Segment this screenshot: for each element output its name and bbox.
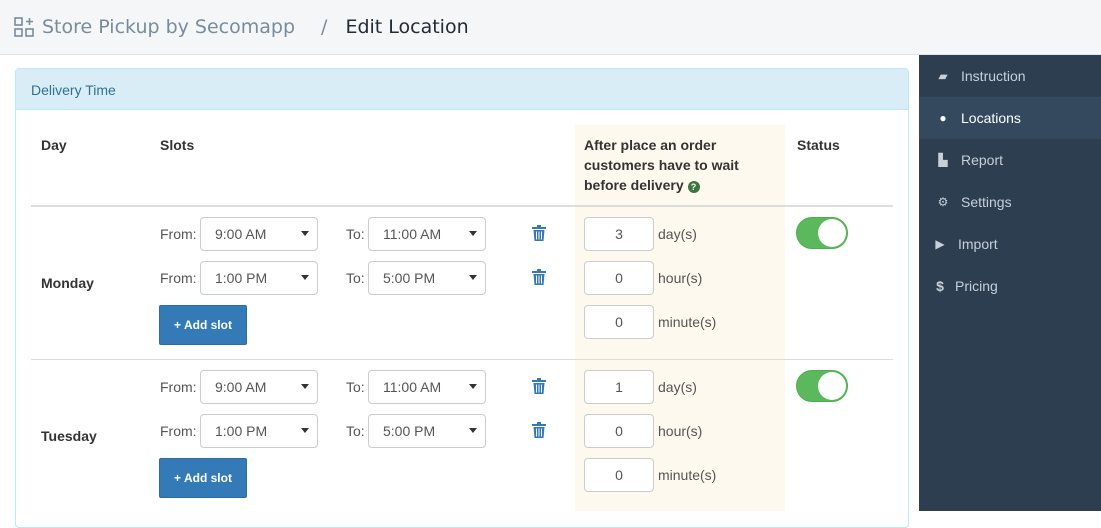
from-label: From: [160, 226, 197, 242]
trash-icon[interactable] [532, 378, 546, 397]
minutes-unit-label: minute(s) [658, 467, 717, 483]
caret-down-icon [469, 231, 477, 236]
caret-down-icon [469, 275, 477, 280]
from-time-select[interactable]: 9:00 AM [200, 217, 318, 251]
top-bar: Store Pickup by Secomapp / Edit Location [0, 0, 1101, 55]
caret-down-icon [301, 428, 309, 433]
wait-days-input[interactable] [584, 217, 654, 251]
hours-unit-label: hour(s) [658, 270, 703, 286]
sidebar-item-instruction[interactable]: ▰ Instruction [919, 55, 1101, 97]
page-title: Edit Location [345, 16, 469, 38]
help-icon[interactable]: ? [687, 181, 700, 193]
caret-down-icon [301, 231, 309, 236]
trash-icon[interactable] [532, 422, 546, 441]
sidebar-item-report[interactable]: ▙ Report [919, 139, 1101, 181]
from-label: From: [160, 379, 197, 395]
caret-down-icon [301, 275, 309, 280]
sidebar-item-pricing[interactable]: $ Pricing [919, 265, 1101, 307]
wait-days-input[interactable] [584, 370, 654, 404]
from-label: From: [160, 270, 197, 286]
from-time-select[interactable]: 1:00 PM [200, 414, 318, 448]
day-label: Monday [41, 275, 94, 291]
wait-hours-input[interactable] [584, 414, 654, 448]
sidebar-item-settings[interactable]: ⚙ Settings [919, 181, 1101, 223]
folder-open-icon: ▶ [935, 237, 945, 251]
apps-add-icon [14, 17, 34, 37]
wait-hours-input[interactable] [584, 261, 654, 295]
sidebar-item-locations[interactable]: ● Locations [919, 97, 1101, 139]
header-day: Day [41, 137, 67, 153]
caret-down-icon [469, 428, 477, 433]
header-wait: After place an order customers have to w… [584, 137, 739, 193]
sidebar-item-import[interactable]: ▶ Import [919, 223, 1101, 265]
gear-icon: ⚙ [937, 195, 949, 209]
hours-unit-label: hour(s) [658, 423, 703, 439]
status-toggle[interactable] [796, 370, 848, 402]
add-slot-button[interactable]: + Add slot [159, 458, 247, 498]
map-marker-icon: ● [939, 111, 947, 125]
days-unit-label: day(s) [658, 226, 697, 242]
to-time-select[interactable]: 5:00 PM [368, 261, 486, 295]
day-label: Tuesday [41, 428, 97, 444]
caret-down-icon [301, 384, 309, 389]
add-slot-button[interactable]: + Add slot [159, 305, 247, 345]
to-label: To: [346, 379, 365, 395]
to-label: To: [346, 226, 365, 242]
days-unit-label: day(s) [658, 379, 697, 395]
panel-title: Delivery Time [16, 69, 908, 110]
header-divider [31, 205, 893, 207]
app-name-link[interactable]: Store Pickup by Secomapp [42, 16, 295, 38]
to-time-select[interactable]: 11:00 AM [368, 217, 486, 251]
to-time-select[interactable]: 5:00 PM [368, 414, 486, 448]
from-label: From: [160, 423, 197, 439]
header-slots: Slots [160, 137, 195, 153]
trash-icon[interactable] [532, 225, 546, 244]
status-toggle[interactable] [796, 217, 848, 249]
book-icon: ▰ [938, 69, 948, 83]
minutes-unit-label: minute(s) [658, 314, 717, 330]
wait-minutes-input[interactable] [584, 458, 654, 492]
wait-minutes-input[interactable] [584, 305, 654, 339]
to-time-select[interactable]: 11:00 AM [368, 370, 486, 404]
row-divider [31, 359, 893, 360]
breadcrumb-separator: / [321, 16, 328, 38]
to-label: To: [346, 423, 365, 439]
bar-chart-icon: ▙ [938, 153, 948, 167]
sidebar: ▰ Instruction ● Locations ▙ Report ⚙ Setting… [919, 55, 1101, 511]
from-time-select[interactable]: 1:00 PM [200, 261, 318, 295]
to-label: To: [346, 270, 365, 286]
dollar-icon: $ [936, 278, 944, 294]
from-time-select[interactable]: 9:00 AM [200, 370, 318, 404]
header-status: Status [797, 137, 840, 153]
trash-icon[interactable] [532, 269, 546, 288]
caret-down-icon [469, 384, 477, 389]
